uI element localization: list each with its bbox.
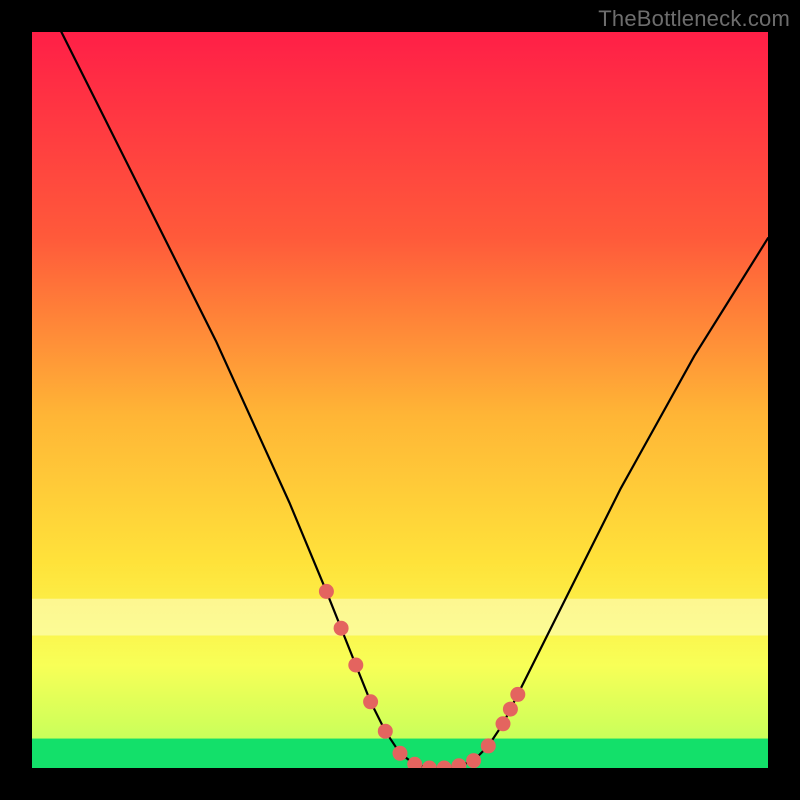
curve-marker bbox=[503, 702, 518, 717]
curve-marker bbox=[481, 738, 496, 753]
curve-marker bbox=[363, 694, 378, 709]
chart-frame bbox=[32, 32, 768, 768]
curve-marker bbox=[378, 724, 393, 739]
pale-band bbox=[32, 599, 768, 636]
curve-marker bbox=[334, 621, 349, 636]
watermark-text: TheBottleneck.com bbox=[598, 6, 790, 32]
curve-marker bbox=[466, 753, 481, 768]
curve-marker bbox=[319, 584, 334, 599]
curve-marker bbox=[393, 746, 408, 761]
curve-marker bbox=[348, 658, 363, 673]
bottleneck-chart bbox=[32, 32, 768, 768]
curve-marker bbox=[496, 716, 511, 731]
curve-marker bbox=[510, 687, 525, 702]
gradient-background bbox=[32, 32, 768, 768]
